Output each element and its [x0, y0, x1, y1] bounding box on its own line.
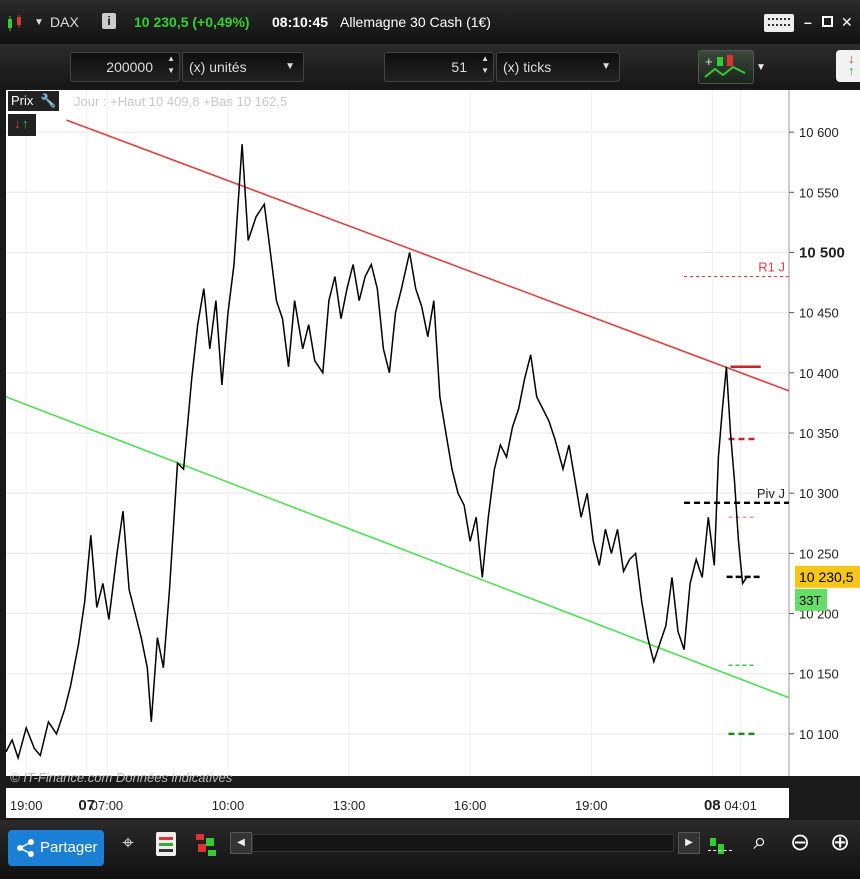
- price-chart[interactable]: R1 J Piv J 10 600 10 550 10 500 10 450 10 400…: [0, 88, 860, 820]
- order-arrows-icon[interactable]: ↓ ↑: [836, 50, 860, 82]
- x-tick-label: 10:00: [212, 798, 245, 813]
- horizontal-scrollbar[interactable]: [252, 834, 674, 852]
- y-tick-label: 10 250: [799, 546, 839, 561]
- pivot-label: Piv J: [757, 486, 785, 501]
- bottom-toolbar: Partager ⌖ ◀ ▶ ⌕ ⊖ ⊕: [0, 820, 860, 879]
- y-tick-label: 10 400: [799, 366, 839, 381]
- tick-count-label: 33T: [799, 593, 821, 608]
- ticks-value: 51: [451, 59, 467, 75]
- auto-scale-icon[interactable]: [708, 832, 732, 860]
- price-mode-button[interactable]: Prix 🔧: [8, 91, 60, 111]
- x-tick-label: 04:01: [724, 798, 757, 813]
- quantity-unit-label: (x) unités: [189, 59, 247, 75]
- zoom-in-icon[interactable]: ⊕: [826, 828, 854, 860]
- price-mode-label: Prix: [11, 93, 34, 108]
- x-axis-area: [6, 788, 789, 818]
- keyboard-icon[interactable]: [764, 14, 794, 32]
- y-tick-label: 10 600: [799, 125, 839, 140]
- y-tick-label: 10 350: [799, 426, 839, 441]
- chart-panel[interactable]: R1 J Piv J 10 600 10 550 10 500 10 450 10 400…: [0, 88, 860, 820]
- ticks-unit-label: (x) ticks: [503, 59, 552, 75]
- trading-tools-icon: +: [704, 54, 746, 78]
- order-toolbar: 200000 ▲ ▼ (x) unités ▼ 51 ▲ ▼ (x) ticks ▼…: [0, 44, 860, 88]
- quantity-input[interactable]: 200000 ▲ ▼: [70, 52, 180, 82]
- x-tick-label: 16:00: [454, 798, 487, 813]
- ticks-stepper[interactable]: ▲ ▼: [481, 53, 489, 77]
- candlestick-icon[interactable]: [6, 14, 24, 32]
- trading-tools-button[interactable]: +: [698, 50, 754, 84]
- x-tick-label: 07:00: [91, 798, 124, 813]
- quantity-stepper[interactable]: ▲ ▼: [167, 53, 175, 77]
- order-direction-icon[interactable]: ↓ ↑: [8, 114, 36, 136]
- watermark: © IT-Finance.com Données indicatives: [10, 770, 233, 785]
- current-price-label: 10 230,5: [799, 569, 854, 585]
- x-tick-label: 08: [704, 797, 721, 814]
- clock-time: 08:10:45: [272, 14, 329, 30]
- info-icon[interactable]: i: [102, 13, 116, 29]
- market-name: Allemagne 30 Cash (1€): [340, 14, 491, 30]
- scroll-right-button[interactable]: ▶: [678, 832, 700, 854]
- zoom-fit-icon[interactable]: ⌕: [746, 828, 774, 860]
- ticks-unit-select[interactable]: (x) ticks ▼: [496, 52, 620, 82]
- title-bar: ▼ DAX i 10 230,5 (+0,49%) 08:10:45 Allem…: [0, 0, 860, 45]
- share-icon: [17, 839, 34, 857]
- quantity-unit-select[interactable]: (x) unités ▼: [182, 52, 304, 82]
- chevron-down-icon: ▼: [601, 61, 611, 72]
- tools-dropdown-arrow[interactable]: ▼: [756, 62, 766, 73]
- instrument-dropdown-arrow[interactable]: ▼: [34, 17, 44, 28]
- indicators-icon[interactable]: [156, 832, 176, 856]
- y-tick-label: 10 450: [799, 306, 839, 321]
- wrench-icon: 🔧: [40, 93, 57, 108]
- svg-text:+: +: [705, 54, 713, 69]
- x-tick-label: 19:00: [575, 798, 608, 813]
- r1-label: R1 J: [758, 260, 785, 275]
- chart-type-icon[interactable]: [196, 832, 220, 858]
- instrument-name[interactable]: DAX: [50, 14, 79, 30]
- y-tick-label: 10 100: [799, 727, 839, 742]
- x-tick-label: 19:00: [10, 798, 43, 813]
- scroll-left-button[interactable]: ◀: [230, 832, 252, 854]
- y-tick-label: 10 550: [799, 185, 839, 200]
- share-button[interactable]: Partager: [8, 830, 104, 866]
- maximize-icon[interactable]: [822, 16, 833, 27]
- y-tick-label: 10 300: [799, 486, 839, 501]
- minimize-icon[interactable]: –: [804, 14, 812, 30]
- share-label: Partager: [40, 839, 98, 856]
- close-icon[interactable]: ✕: [841, 14, 853, 31]
- ticks-input[interactable]: 51 ▲ ▼: [384, 52, 494, 82]
- x-tick-label: 13:00: [333, 798, 366, 813]
- y-tick-label: 10 150: [799, 667, 839, 682]
- price-change: 10 230,5 (+0,49%): [134, 14, 250, 30]
- zoom-out-icon[interactable]: ⊖: [786, 828, 814, 860]
- daily-high-low: Jour : +Haut 10 409,8 +Bas 10 162,5: [74, 94, 288, 109]
- crosshair-icon[interactable]: ⌖: [118, 832, 138, 862]
- y-tick-label: 10 500: [799, 244, 845, 261]
- quantity-value: 200000: [106, 59, 153, 75]
- chevron-down-icon: ▼: [285, 61, 295, 72]
